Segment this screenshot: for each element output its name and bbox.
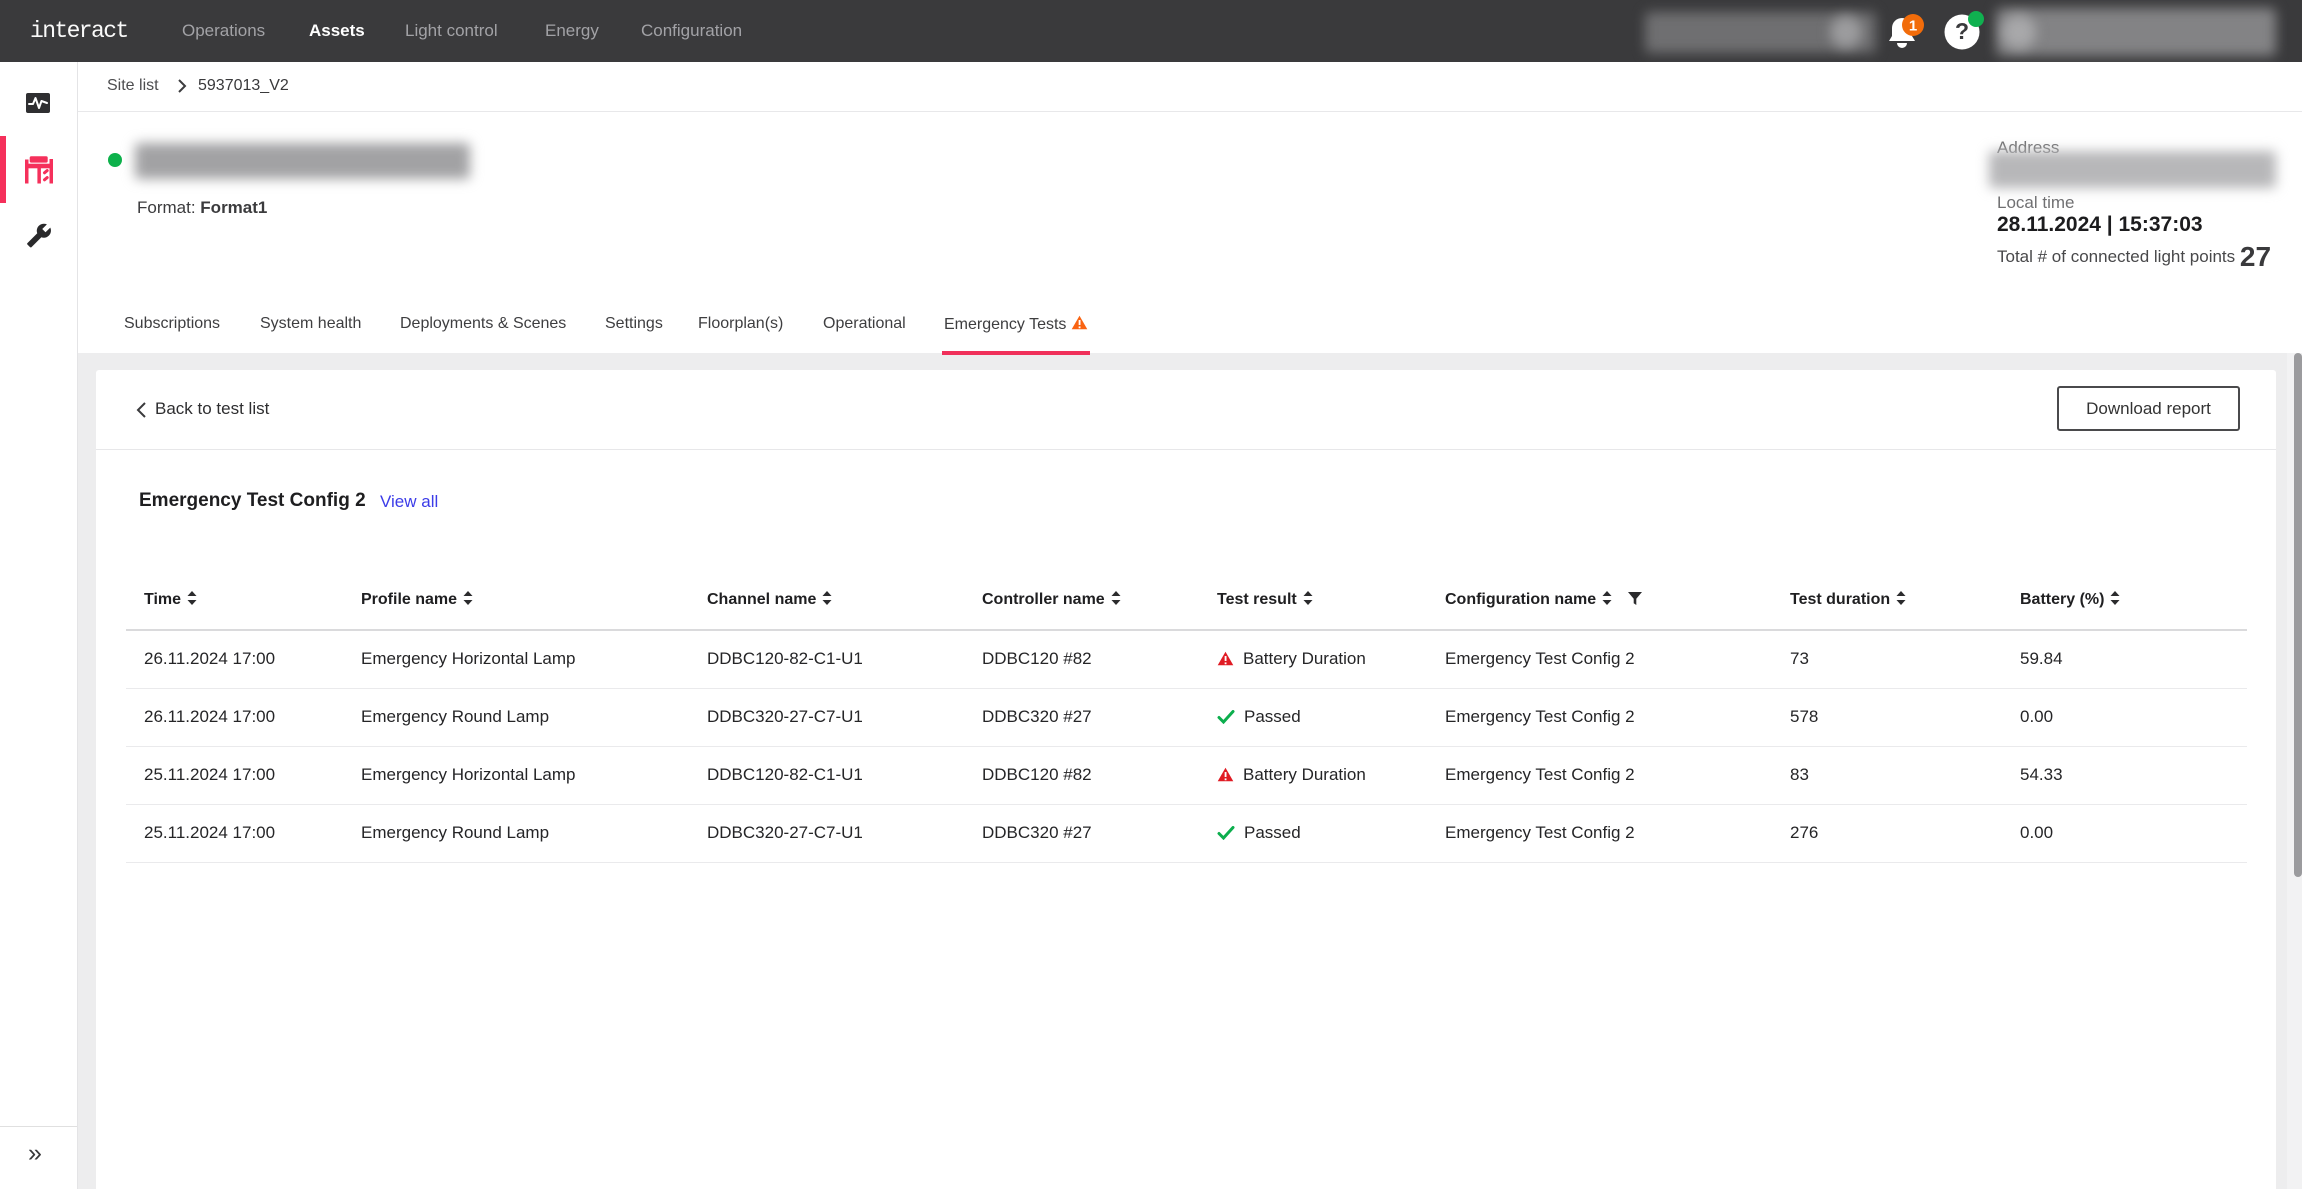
svg-text:?: ? <box>1955 18 1969 44</box>
svg-text:1: 1 <box>1909 18 1917 35</box>
